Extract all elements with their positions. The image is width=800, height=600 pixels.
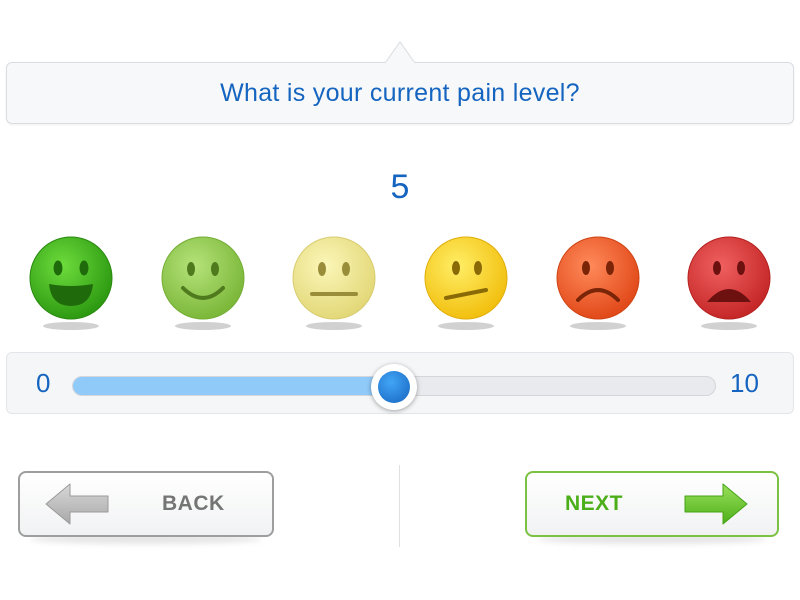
- question-text: What is your current pain level?: [220, 78, 580, 107]
- arrow-right-icon: [684, 483, 748, 525]
- uneasy-face-icon[interactable]: [422, 236, 510, 332]
- question-box: What is your current pain level?: [6, 62, 794, 124]
- arrow-left-icon: [45, 483, 109, 525]
- very-sad-face-icon[interactable]: [685, 236, 773, 332]
- pain-slider-thumb[interactable]: [371, 364, 417, 410]
- happy-face-icon[interactable]: [159, 236, 247, 332]
- very-happy-face-icon[interactable]: [27, 236, 115, 332]
- slider-thumb-dot: [378, 371, 410, 403]
- question-pointer: [384, 41, 416, 65]
- pain-value-readout: 5: [390, 168, 410, 206]
- slider-min-label: 0: [36, 368, 51, 398]
- divider: [399, 465, 400, 547]
- pain-slider-fill: [73, 377, 394, 395]
- neutral-face-icon[interactable]: [290, 236, 378, 332]
- next-button[interactable]: NEXT: [525, 471, 779, 537]
- faces-row: [0, 236, 800, 336]
- next-button-label: NEXT: [565, 492, 624, 515]
- back-button[interactable]: BACK: [18, 471, 274, 537]
- sad-face-icon[interactable]: [554, 236, 642, 332]
- back-button-label: BACK: [162, 492, 225, 515]
- slider-max-label: 10: [730, 368, 759, 398]
